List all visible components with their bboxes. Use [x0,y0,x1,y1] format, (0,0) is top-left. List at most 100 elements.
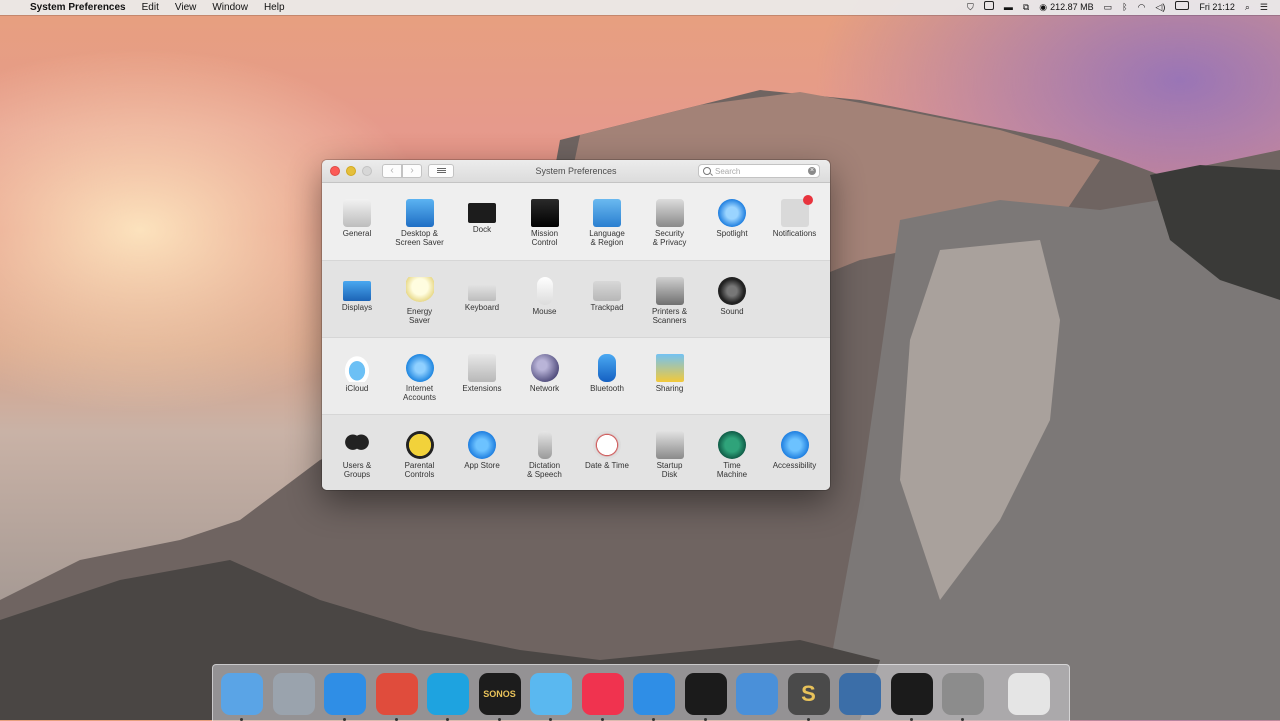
pane-mission-control[interactable]: Mission Control [514,189,576,255]
safari-icon[interactable] [324,673,366,721]
notification-center-icon[interactable]: ☰ [1260,0,1268,15]
clock[interactable]: Fri 21:12 [1199,0,1235,15]
pane-label: Internet Accounts [403,384,436,402]
pane-desktop[interactable]: Desktop & Screen Saver [389,189,451,255]
search-field-icon [703,167,711,175]
extensions-icon [468,354,496,382]
itunes-icon[interactable] [581,673,624,721]
launchpad-icon[interactable] [272,673,315,715]
pane-mouse[interactable]: Mouse [514,267,576,333]
system-preferences-dock-icon[interactable] [942,673,984,721]
photo-app-icon[interactable] [839,673,881,715]
pane-extensions[interactable]: Extensions [451,344,513,410]
pane-startup[interactable]: Startup Disk [639,421,701,487]
pane-label: Mouse [532,307,557,316]
pane-sharing[interactable]: Sharing [639,344,701,410]
search-icon[interactable]: ⌕ [1245,0,1250,15]
chrome-icon[interactable] [375,673,418,721]
memory-readout[interactable]: 212.87 MB [1050,0,1094,15]
pane-label: Desktop & Screen Saver [395,229,444,247]
xcode-icon[interactable] [736,673,778,715]
preference-section: Displays Energy Saver Keyboard Mouse Trackpa… [322,260,830,338]
dictation-icon [537,431,552,459]
pane-icloud[interactable]: iCloud [326,344,388,410]
finder-icon[interactable] [221,673,263,721]
pane-label: Users & Groups [342,461,372,479]
pane-dock[interactable]: Dock [451,189,513,255]
dock-item-label: S [801,681,816,706]
pane-label: Sharing [655,384,684,393]
pane-label: Bluetooth [590,384,624,393]
terminal-icon[interactable] [684,673,727,721]
bluetooth-menu-icon[interactable]: ᛒ [1122,0,1127,15]
pane-security[interactable]: Security & Privacy [639,189,701,255]
desktop-icon [405,199,434,227]
pane-label: iCloud [345,384,369,393]
clear-search-icon[interactable]: × [808,167,816,175]
volume-icon[interactable]: ◁) [1155,0,1165,15]
menu-help[interactable]: Help [264,0,285,15]
battery-icon[interactable] [1175,0,1190,15]
pane-notifications[interactable]: Notifications [764,189,826,255]
menu-window[interactable]: Window [212,0,248,15]
pane-sound[interactable]: Sound [701,267,763,333]
pane-language[interactable]: Language & Region [576,189,638,255]
appstore-dock-icon[interactable] [633,673,675,721]
pane-label: Notifications [772,229,817,238]
title-bar[interactable]: ‹ › System Preferences Search × [322,160,830,183]
pane-bluetooth[interactable]: Bluetooth [576,344,638,410]
users-icon [343,431,371,459]
pane-timemachine[interactable]: Time Machine [701,421,763,487]
pane-accessibility[interactable]: Accessibility [764,421,826,487]
app-menu[interactable]: System Preferences [30,0,126,15]
mission-control-icon [530,199,559,227]
pane-label: Keyboard [464,303,500,312]
pane-label: Printers & Scanners [651,307,688,325]
pane-general[interactable]: General [326,189,388,255]
trash-icon[interactable] [1007,673,1050,715]
menu-view[interactable]: View [175,0,197,15]
parental-icon [405,431,434,459]
memory-icon[interactable]: ◉ [1039,0,1047,15]
pane-network[interactable]: Network [514,344,576,410]
pane-label: Security & Privacy [652,229,687,247]
pane-trackpad[interactable]: Trackpad [576,267,638,333]
dock: SONOS S [212,664,1070,721]
console-icon[interactable] [890,673,933,721]
pane-label: Date & Time [584,461,629,470]
spotlight-icon [718,199,746,227]
shield-icon[interactable]: ⛉ [967,0,974,15]
pane-datetime[interactable]: Date & Time [576,421,638,487]
pane-label: Accessibility [772,461,817,470]
airplay-icon[interactable]: ▭ [1104,0,1113,15]
skype-icon[interactable] [427,673,469,721]
pane-spotlight[interactable]: Spotlight [701,189,763,255]
pane-keyboard[interactable]: Keyboard [451,267,513,333]
search-field[interactable]: Search × [698,164,820,178]
pane-displays[interactable]: Displays [326,267,388,333]
sublime-icon[interactable]: S [787,673,830,721]
pane-users[interactable]: Users & Groups [326,421,388,487]
pane-dictation[interactable]: Dictation & Speech [514,421,576,487]
general-icon [343,199,371,227]
pane-parental[interactable]: Parental Controls [389,421,451,487]
pane-label: Dock [472,225,492,234]
pane-label: Startup Disk [656,461,683,479]
pane-energy[interactable]: Energy Saver [389,267,451,333]
messages-icon[interactable] [530,673,572,721]
screen-icon[interactable] [983,0,994,15]
pane-internet-accounts[interactable]: Internet Accounts [389,344,451,410]
menu-edit[interactable]: Edit [142,0,159,15]
pane-label: App Store [464,461,500,470]
appstore-icon [468,431,496,459]
trackpad-icon [593,281,621,301]
preference-section: iCloud Internet Accounts Extensions Network… [322,337,830,415]
sound-icon [718,277,746,305]
pane-printer[interactable]: Printers & Scanners [639,267,701,333]
pane-label: Parental Controls [404,461,435,479]
wifi-icon[interactable]: ◠ [1138,0,1146,15]
drive-icon[interactable]: ▬ [1004,0,1013,15]
copy-icon[interactable]: ⧉ [1023,0,1029,15]
sonos-icon[interactable]: SONOS [478,673,521,721]
pane-appstore[interactable]: App Store [451,421,513,487]
